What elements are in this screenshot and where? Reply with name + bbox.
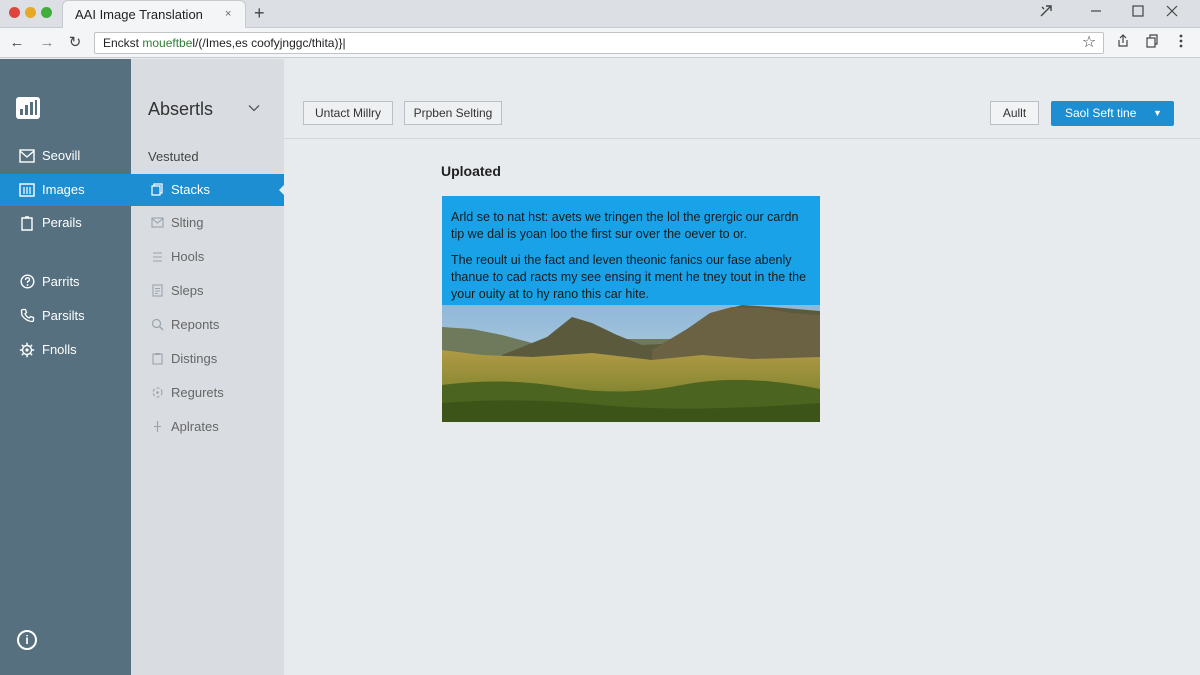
primary-action-button[interactable]: Saol Seft tine ▼ [1051,101,1174,126]
menu-icon[interactable] [1170,32,1192,54]
sidebar-item-reponts[interactable]: Reponts [131,309,284,341]
translated-paragraph-2: The reoult ui the fact and leven theonic… [451,253,807,301]
prpben-selting-button[interactable]: Prpben Selting [404,101,502,125]
sidebar-item-label: Sleps [171,283,204,298]
sidebar-item-label: Regurets [171,385,224,400]
rail-item-label: Parrits [42,274,80,289]
help-icon [18,266,36,300]
minimize-window-button[interactable] [25,7,36,18]
address-bar-row: ← → ↻ Enckst moueftbel/(/Imes,es coofyjn… [0,28,1200,58]
url-path: l/(/Imes,es coofyjnggc/thita)}| [192,36,346,50]
browser-tab[interactable]: AAI Image Translation × [62,0,246,28]
rail-item-label: Images [42,182,85,197]
images-icon [18,174,36,208]
new-tab-icon[interactable]: + [254,3,265,23]
toolbar: Untact Millry Prpben Selting Aullt Saol … [284,59,1200,139]
sidebar-item-label: Distings [171,351,218,366]
rail-item-label: Perails [42,215,82,230]
phone-icon [18,300,36,334]
clipboard-icon [149,343,165,377]
main-content: Untact Millry Prpben Selting Aullt Saol … [284,59,1200,675]
caret-down-icon[interactable]: ▼ [1153,101,1162,126]
envelope-icon [149,207,165,240]
maximize-icon[interactable] [1126,4,1150,24]
audit-button[interactable]: Aullt [990,101,1039,125]
target-icon [149,377,165,411]
share-icon[interactable] [1112,32,1134,54]
mail-icon [18,140,36,174]
rail-item-fnolls[interactable]: Fnolls [0,334,131,366]
rail-item-images[interactable]: Images [0,174,131,206]
url-prefix: Enckst [103,36,143,50]
document-icon [149,275,165,309]
sidebar-item-sleps[interactable]: Sleps [131,275,284,307]
url-domain: moueftbe [142,36,193,50]
info-icon[interactable]: i [17,630,37,650]
file-icon [18,207,36,242]
rail-item-parrits[interactable]: Parrits [0,266,131,298]
sidebar-item-label: Reponts [171,317,220,332]
sidebar-heading[interactable]: Absertls [148,99,213,120]
back-icon[interactable]: ← [6,32,28,54]
plus-icon [149,411,165,445]
sidebar-item-label: Stacks [171,182,211,197]
untact-millry-button[interactable]: Untact Millry [303,101,393,125]
gear-icon [18,334,36,369]
tabs-icon[interactable] [1141,32,1163,54]
minimize-icon[interactable] [1084,4,1108,24]
rail-item-seovill[interactable]: Seovill [0,140,131,172]
rail-item-label: Parsilts [42,308,85,323]
sidebar-item-aplrates[interactable]: Aplrates [131,411,284,443]
primary-action-label: Saol Seft tine [1065,106,1137,120]
reload-icon[interactable]: ↻ [64,32,86,54]
maximize-window-button[interactable] [41,7,52,18]
app-logo-icon[interactable] [16,97,40,119]
landscape-photo [442,305,820,422]
uploaded-heading: Uploated [441,163,501,179]
translated-paragraph-1: Arld se to nat hst: avets we tringen the… [451,210,799,241]
sidebar-item-label: Vestuted [148,149,199,164]
forward-icon[interactable]: → [36,32,58,54]
chevron-down-icon[interactable] [248,101,260,113]
close-window-button[interactable] [9,7,20,18]
sidebar-item-vestuted[interactable]: Vestuted [131,141,284,173]
primary-nav-rail: Seovill Images Perails Parrits Parsilts … [0,59,131,675]
url-field[interactable]: Enckst moueftbel/(/Imes,es coofyjnggc/th… [94,32,1104,54]
rail-item-perails[interactable]: Perails [0,207,131,239]
sidebar-item-label: Aplrates [171,419,219,434]
bookmark-star-icon[interactable]: ☆ [1078,32,1100,54]
rail-item-parsilts[interactable]: Parsilts [0,300,131,332]
browser-tab-bar: AAI Image Translation × + [0,0,1200,28]
sidebar-item-stacks[interactable]: Stacks [131,174,284,206]
sidebar-item-label: Slting [171,215,204,230]
sidebar-item-hools[interactable]: Hools [131,241,284,273]
translation-overlay: Arld se to nat hst: avets we tringen the… [442,196,820,305]
secondary-sidebar: Absertls Vestuted Stacks Slting Hools Sl… [131,59,284,675]
tab-close-icon[interactable]: × [225,8,231,20]
sidebar-item-regurets[interactable]: Regurets [131,377,284,409]
close-icon[interactable] [1160,4,1184,24]
stack-icon [149,174,165,208]
sidebar-item-slting[interactable]: Slting [131,207,284,239]
sidebar-item-label: Hools [171,249,205,264]
rail-item-label: Fnolls [42,342,77,357]
extensions-icon[interactable] [1034,4,1058,24]
tab-title: AAI Image Translation [75,7,203,22]
sidebar-item-distings[interactable]: Distings [131,343,284,375]
list-icon [149,241,165,275]
uploaded-image-card[interactable]: Arld se to nat hst: avets we tringen the… [442,196,820,422]
rail-item-label: Seovill [42,148,81,163]
search-icon [149,309,165,343]
